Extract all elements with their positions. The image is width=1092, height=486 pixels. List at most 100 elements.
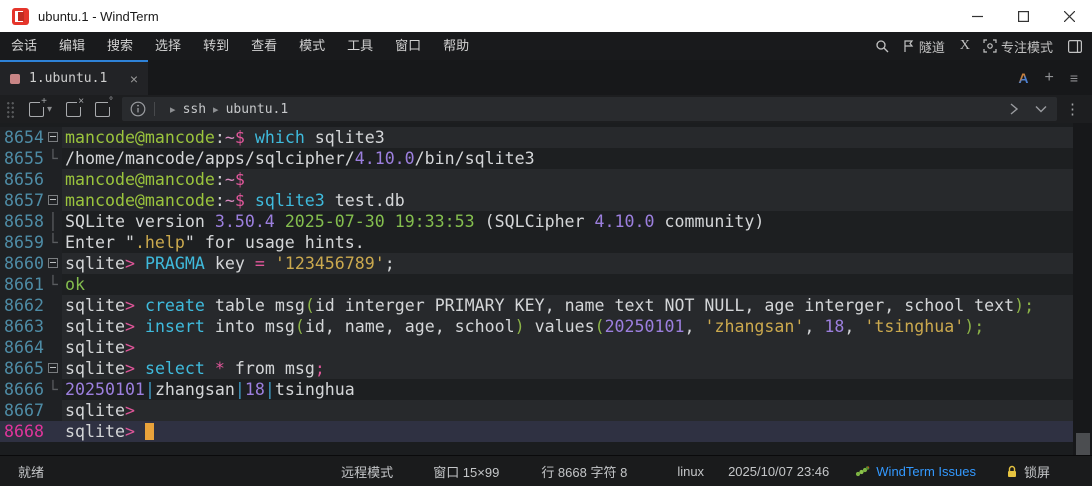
tab-label: 1.ubuntu.1 [29,71,121,86]
menu-item-5[interactable]: 查看 [240,32,288,60]
scrollbar-track[interactable] [1073,123,1092,455]
fold-connector [44,316,62,337]
menu-item-0[interactable]: 会话 [0,32,48,60]
terminal-text: 20250101|zhangsan|18|tsinghua [62,379,1073,400]
status-mode[interactable]: 远程模式 [341,462,393,481]
status-issues-link[interactable]: WindTerm Issues [855,464,976,479]
terminal-text: sqlite> create table msg(id interger PRI… [62,295,1073,316]
line-number: 8665 [0,358,44,379]
breadcrumb-ssh[interactable]: ssh [183,102,206,117]
tab-list-icon[interactable]: ≡ [1070,70,1078,86]
close-button[interactable] [1046,0,1092,32]
terminal-line[interactable]: 8654mancode@mancode:~$ which sqlite3 [0,127,1073,148]
breadcrumb-host[interactable]: ubuntu.1 [226,102,289,117]
menu-item-7[interactable]: 工具 [336,32,384,60]
maximize-button[interactable] [1000,0,1046,32]
line-gutter: 8662 [0,295,62,316]
line-gutter: 8656 [0,169,62,190]
fold-connector [44,295,62,316]
menu-item-9[interactable]: 帮助 [432,32,480,60]
scrollbar-thumb[interactable] [1076,433,1090,455]
line-gutter: 8663 [0,316,62,337]
terminal-text: sqlite> [62,400,1073,421]
layout-icon[interactable] [1068,40,1082,53]
line-gutter: 8666└ [0,379,62,400]
line-gutter: 8665 [0,358,62,379]
new-tab-icon[interactable]: + [1044,69,1053,87]
terminal-line[interactable]: 8664 sqlite> [0,337,1073,358]
close-session-button[interactable]: × [66,102,81,117]
fold-connector: └ [44,379,62,400]
terminal-text: sqlite> [62,421,1073,442]
terminal-line[interactable]: 8662 sqlite> create table msg(id interger… [0,295,1073,316]
encoding-icon[interactable]: A [1018,70,1028,86]
fold-marker-icon[interactable] [44,190,62,211]
terminal-line[interactable]: 8661└ok [0,274,1073,295]
toolbar-drag-handle[interactable] [6,101,15,118]
terminal-line[interactable]: 8655└/home/mancode/apps/sqlcipher/4.10.0… [0,148,1073,169]
terminal-text: sqlite> select * from msg; [62,358,1073,379]
line-number: 8662 [0,295,44,316]
line-number: 8660 [0,253,44,274]
terminal-text: sqlite> PRAGMA key = '123456789'; [62,253,1073,274]
fold-marker-icon[interactable] [44,127,62,148]
menu-item-8[interactable]: 窗口 [384,32,432,60]
info-icon[interactable] [130,101,146,117]
terminal-line[interactable]: 8658│SQLite version 3.50.4 2025-07-30 19… [0,211,1073,232]
x-server-button[interactable]: X [960,38,970,54]
tab-bar: 1.ubuntu.1 × A + ≡ [0,60,1092,95]
line-number: 8656 [0,169,44,190]
fold-connector: │ [44,211,62,232]
tab-ubuntu1[interactable]: 1.ubuntu.1 × [0,60,148,95]
status-window-size[interactable]: 窗口 15×99 [433,462,499,481]
fold-connector [44,337,62,358]
flag-icon [902,39,915,53]
address-bar[interactable]: ▸ ssh ▸ ubuntu.1 [122,97,1057,121]
go-icon[interactable] [1009,103,1019,115]
terminal-text: sqlite> [62,337,1073,358]
new-session-button[interactable]: + [29,102,44,117]
fold-marker-icon[interactable] [44,253,62,274]
terminal-line[interactable]: 8659└Enter ".help" for usage hints. [0,232,1073,253]
status-cursor-position[interactable]: 行 8668 字符 8 [541,462,627,481]
terminal-line[interactable]: 8666└20250101|zhangsan|18|tsinghua [0,379,1073,400]
terminal-line[interactable]: 8660 sqlite> PRAGMA key = '123456789'; [0,253,1073,274]
history-dropdown-icon[interactable] [1035,105,1047,113]
menu-item-6[interactable]: 模式 [288,32,336,60]
line-gutter: 8660 [0,253,62,274]
session-icon [10,74,20,84]
fold-connector [44,400,62,421]
fold-connector: └ [44,148,62,169]
more-options-icon[interactable]: ⋮ [1065,100,1080,118]
terminal-text: sqlite> insert into msg(id, name, age, s… [62,316,1073,337]
tunnel-button[interactable]: 隧道 [902,37,945,56]
terminal-line[interactable]: 8657mancode@mancode:~$ sqlite3 test.db [0,190,1073,211]
lock-icon [1006,465,1018,478]
focus-mode-button[interactable]: 专注模式 [983,37,1053,56]
terminal-line[interactable]: 8668sqlite> [0,421,1073,442]
menu-item-2[interactable]: 搜索 [96,32,144,60]
minimize-button[interactable] [954,0,1000,32]
terminal-line[interactable]: 8667 sqlite> [0,400,1073,421]
fold-connector [44,169,62,190]
terminal-view[interactable]: 8654mancode@mancode:~$ which sqlite38655… [0,123,1092,455]
terminal-line[interactable]: 8665 sqlite> select * from msg; [0,358,1073,379]
terminal-line[interactable]: 8656mancode@mancode:~$ [0,169,1073,190]
line-number: 8667 [0,400,44,421]
line-gutter: 8655└ [0,148,62,169]
line-gutter: 8654 [0,127,62,148]
tab-close-icon[interactable]: × [130,72,138,86]
line-number: 8664 [0,337,44,358]
terminal-line[interactable]: 8663sqlite> insert into msg(id, name, ag… [0,316,1073,337]
menu-item-3[interactable]: 选择 [144,32,192,60]
menu-item-1[interactable]: 编辑 [48,32,96,60]
line-number: 8659 [0,232,44,253]
breadcrumb-arrow-icon: ▸ [170,103,176,116]
status-lock-screen[interactable]: 锁屏 [1006,462,1050,481]
reopen-session-button[interactable]: ° [95,102,110,117]
search-icon[interactable] [875,39,889,53]
menu-bar: 会话编辑搜索选择转到查看模式工具窗口帮助 隧道 X 专注模式 [0,32,1092,60]
fold-marker-icon[interactable] [44,358,62,379]
status-os[interactable]: linux [677,464,704,479]
menu-item-4[interactable]: 转到 [192,32,240,60]
